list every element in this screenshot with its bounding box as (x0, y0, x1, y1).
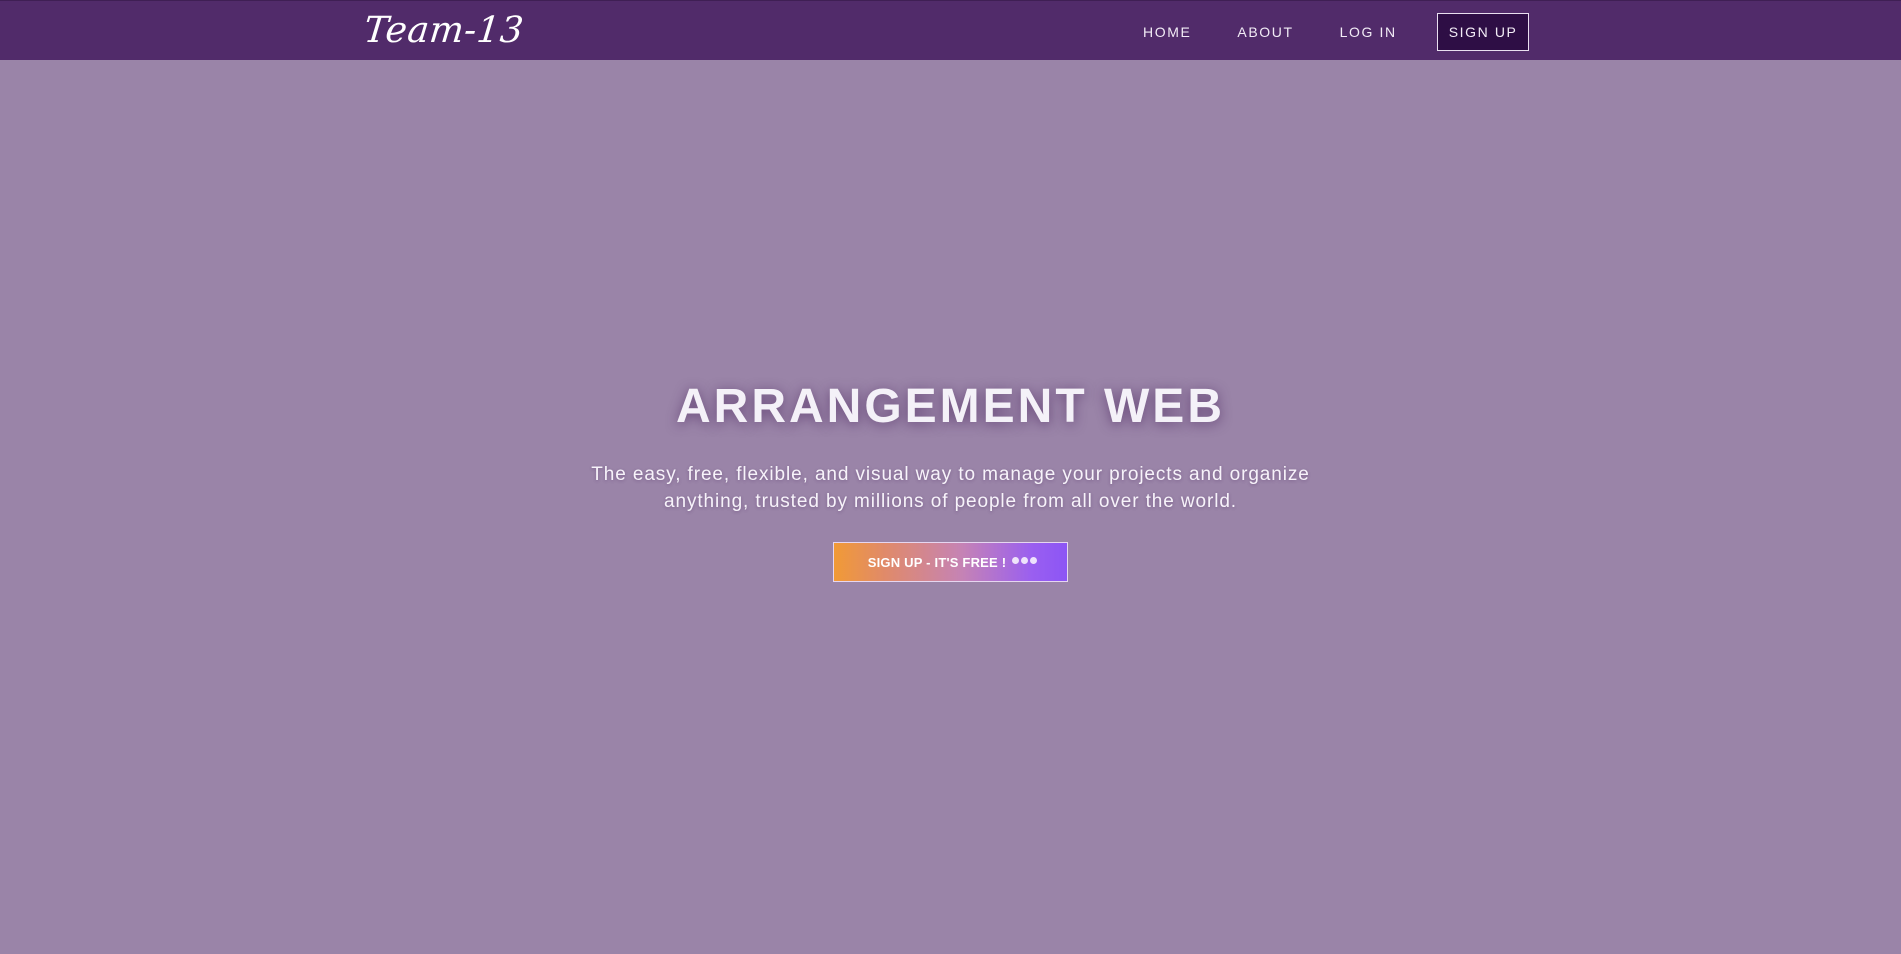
hero-title: ARRANGEMENT WEB (676, 380, 1225, 433)
nav-signup-button[interactable]: SIGN UP (1436, 13, 1530, 51)
dot-shape (1021, 557, 1029, 564)
loading-dots-icon (1012, 557, 1039, 564)
hero-section: ARRANGEMENT WEB The easy, free, flexible… (0, 60, 1901, 954)
nav-login-link[interactable]: LOG IN (1317, 13, 1420, 51)
nav-menu: HOME ABOUT LOG IN SIGN UP (1120, 13, 1530, 51)
nav-about-link[interactable]: ABOUT (1214, 13, 1316, 51)
signup-free-label: SIGN UP - IT'S FREE ! (867, 554, 1007, 570)
hero-subtitle-line2: anything, trusted by millions of people … (664, 491, 1237, 512)
top-navbar: Team-13 HOME ABOUT LOG IN SIGN UP (0, 0, 1901, 60)
dot-shape (1030, 557, 1038, 564)
hero-subtitle: The easy, free, flexible, and visual way… (570, 461, 1331, 515)
nav-home-link[interactable]: HOME (1120, 13, 1214, 51)
hero-subtitle-line1: The easy, free, flexible, and visual way… (591, 464, 1310, 485)
signup-free-button[interactable]: SIGN UP - IT'S FREE ! (833, 542, 1068, 582)
brand-logo[interactable]: Team-13 (361, 7, 526, 55)
dot-shape (1012, 557, 1020, 564)
